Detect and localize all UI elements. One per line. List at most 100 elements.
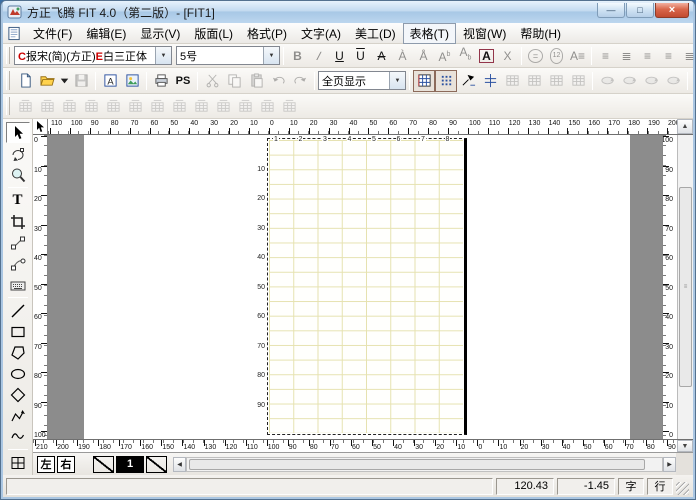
ruler-label: 40 [350,120,358,127]
table-lines-button[interactable] [479,70,501,92]
rotate-tool[interactable] [6,143,30,164]
scroll-left-button[interactable]: ◀ [173,457,186,472]
previous-page-button[interactable] [93,456,114,473]
vertical-scrollbar[interactable]: ≡ [677,135,693,439]
page-grid [269,140,463,433]
redo-icon [293,73,308,88]
chevron-down-icon[interactable]: ▼ [155,47,171,64]
chevron-down-icon[interactable]: ▼ [263,47,279,64]
ruler-tick [41,195,47,196]
ruler-label: 50 [369,120,377,127]
toolbar-handle[interactable] [6,47,10,65]
grid-display-button[interactable] [435,70,457,92]
canvas[interactable]: 12345678 102030405060708090 [48,135,662,439]
menu-item-l[interactable]: 版面(L) [187,23,240,44]
zoom-tool[interactable] [6,164,30,185]
polyline-tool[interactable] [6,405,30,426]
node-line-tool[interactable] [6,232,30,253]
font-size-select[interactable]: 5号 ▼ [176,46,280,65]
underline-button[interactable]: U [329,46,350,66]
menu-item-a[interactable]: 文字(A) [294,23,348,44]
ruler-label: 40 [190,120,198,127]
scroll-down-button[interactable]: ▼ [677,440,693,452]
right-page-button[interactable]: 右 [57,456,75,473]
new-document-button[interactable] [14,70,36,92]
ps-output-button[interactable]: PS [172,70,194,92]
vertical-scrollbar-thumb[interactable]: ≡ [679,187,692,387]
line-tool[interactable] [6,300,30,321]
open-dropdown[interactable] [58,70,70,92]
ruler-tick [414,440,415,446]
zoom-level-select[interactable]: 全页显示▼ [318,71,406,90]
font-select[interactable]: C报宋(简)(方正)E白三正体 ▼ [14,46,172,65]
horizontal-scrollbar[interactable] [186,457,663,472]
ruler-tick [548,128,549,134]
table-edit-6-button [124,95,146,117]
overline-button[interactable]: U [350,46,371,66]
polygon-tool[interactable] [6,342,30,363]
maximize-button[interactable]: □ [626,3,654,18]
chevron-down-icon[interactable]: ▼ [389,72,405,89]
accent-top-button: À [392,46,413,66]
ruler-label: 190 [648,120,660,127]
diamond-tool[interactable] [6,384,30,405]
scroll-right-button[interactable]: ▶ [663,457,676,472]
toolbar-handle[interactable] [6,71,10,91]
text-block-button[interactable]: A [99,70,121,92]
open-button[interactable] [36,70,58,92]
toolbar-handle[interactable] [6,97,10,116]
arrow-line-button[interactable] [457,70,479,92]
left-vertical-ruler: 0102030405060708090100 [33,135,48,439]
horizontal-scrollbar-thumb[interactable] [189,459,645,470]
select-tool[interactable] [6,122,30,143]
grid-column-number: 4 [347,136,353,143]
rectangle-tool[interactable] [6,321,30,342]
close-button[interactable]: × [655,3,689,18]
minimize-button[interactable]: — [597,3,625,18]
menu-item-d[interactable]: 美工(D) [348,23,403,44]
ruler-label: 130 [205,444,217,451]
toolbox: T [3,119,33,475]
table-edit-13-button [278,95,300,117]
table-icon [505,73,520,88]
ruler-origin-button[interactable] [33,119,48,134]
child-window-icon[interactable] [7,26,22,40]
keyboard-tool[interactable] [6,274,30,295]
circled-number-button: 12 [546,46,567,66]
next-page-button[interactable] [146,456,167,473]
ellipse-tool[interactable] [6,363,30,384]
ruler-tick [663,372,669,373]
unit-line-cell[interactable]: 行 [647,478,673,495]
ruler-tick [468,128,469,134]
node-curve-tool[interactable] [6,253,30,274]
cursor-arrow-icon [10,125,26,141]
boxed-char-button[interactable]: A [476,46,497,66]
table-tool[interactable] [6,452,30,473]
resize-grip[interactable] [676,482,689,495]
page[interactable]: 12345678 102030405060708090 [267,138,467,435]
curve-tool[interactable] [6,426,30,447]
ruler-label: 0 [34,137,38,144]
scroll-up-button[interactable]: ▲ [677,119,693,134]
unit-char-cell[interactable]: 字 [618,478,644,495]
menu-item-e[interactable]: 编辑(E) [79,23,133,44]
menu-item-f[interactable]: 文件(F) [26,23,79,44]
text-tool[interactable]: T [6,190,30,211]
strikethrough-button[interactable]: A [371,46,392,66]
menu-item-t[interactable]: 表格(T) [403,23,456,44]
image-block-button[interactable] [121,70,143,92]
print-button[interactable] [150,70,172,92]
ruler-tick [488,128,489,134]
table-frame-button[interactable] [413,70,435,92]
menu-item-h[interactable]: 帮助(H) [513,23,568,44]
ruler-label: 0 [669,432,673,439]
ruler-tick [50,128,51,134]
menu-item-p[interactable]: 格式(P) [240,23,294,44]
ruler-tick [161,440,162,446]
dbl-plus-icon [483,73,498,88]
crop-tool[interactable] [6,211,30,232]
rotate-icon [600,73,615,88]
left-page-button[interactable]: 左 [37,456,55,473]
menu-item-v[interactable]: 显示(V) [133,23,187,44]
menu-item-w[interactable]: 视窗(W) [456,23,513,44]
